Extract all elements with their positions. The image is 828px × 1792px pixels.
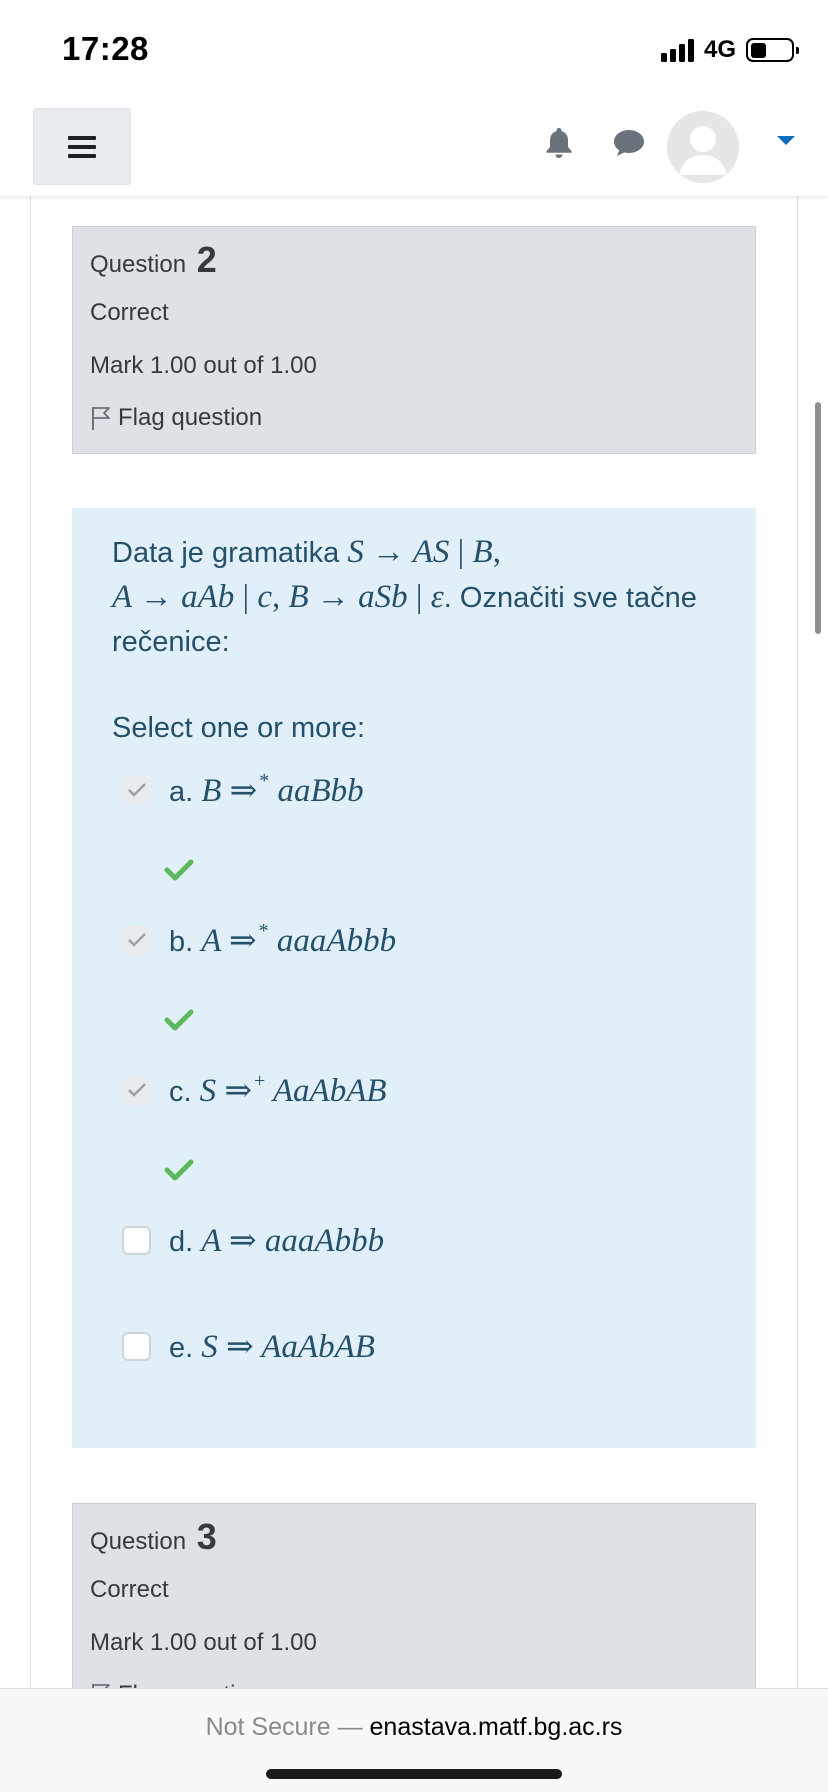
- answer-checkbox-a[interactable]: [122, 775, 151, 805]
- answer-formula-b: A ⇒ * aaaAbbb: [201, 920, 397, 959]
- question-text-intro: Data je gramatika: [112, 537, 340, 569]
- answer-prompt: Select one or more:: [112, 712, 366, 744]
- answer-letter-c: c.: [169, 1076, 192, 1108]
- question-label-text: Question: [90, 251, 187, 278]
- answer-label-c: c. S ⇒ + AaAbAB: [169, 1070, 387, 1110]
- question-number: 3: [196, 1516, 217, 1557]
- answer-letter-e: e.: [169, 1332, 194, 1364]
- question-state: Correct: [90, 1576, 169, 1603]
- status-time: 17:28: [62, 30, 149, 67]
- answer-checkbox-d[interactable]: [122, 1225, 151, 1255]
- answer-label-e: e. S ⇒ AaAbAB: [169, 1326, 375, 1366]
- answer-letter-b: b.: [169, 926, 194, 958]
- browser-address-bar[interactable]: Not Secure — enastava.matf.bg.ac.rs: [0, 1688, 828, 1792]
- flag-icon: [92, 407, 110, 430]
- checkmark-icon: [127, 1083, 146, 1097]
- chat-bubble-icon[interactable]: [612, 126, 646, 158]
- question-text: Data je gramatika S → AS | B, A → aAb | c…: [112, 530, 712, 664]
- answer-option-a[interactable]: a. B ⇒ * aaBbb: [122, 770, 364, 810]
- battery-icon: [746, 38, 799, 62]
- checkmark-icon: [127, 783, 146, 797]
- answer-label-d: d. A ⇒ aaaAbbb: [169, 1220, 384, 1260]
- answer-option-b[interactable]: b. A ⇒ * aaaAbbb: [122, 920, 396, 960]
- question-label-text: Question: [90, 1528, 187, 1555]
- answer-formula-c: S ⇒ + AaAbAB: [199, 1070, 387, 1109]
- answer-checkbox-b[interactable]: [122, 925, 151, 955]
- status-bar: 17:28 4G: [0, 0, 828, 100]
- flag-question-link[interactable]: Flag question: [90, 404, 262, 432]
- answer-letter-a: a.: [169, 776, 194, 808]
- status-indicators: 4G: [660, 36, 799, 64]
- home-indicator[interactable]: [266, 1769, 562, 1779]
- answer-letter-d: d.: [169, 1226, 194, 1258]
- question-mark: Mark 1.00 out of 1.00: [90, 1629, 317, 1656]
- question-number: 2: [196, 239, 217, 280]
- user-silhouette-icon: [667, 111, 739, 183]
- scrollbar[interactable]: [815, 402, 821, 634]
- answer-label-a: a. B ⇒ * aaBbb: [169, 770, 364, 810]
- network-label: 4G: [703, 36, 736, 63]
- answer-checkbox-c[interactable]: [122, 1075, 151, 1105]
- answer-formula-d: A ⇒ aaaAbbb: [201, 1223, 385, 1259]
- correct-tick-icon: [164, 1159, 194, 1181]
- url-display[interactable]: Not Secure — enastava.matf.bg.ac.rs: [0, 1713, 828, 1742]
- signal-icon: [660, 38, 694, 62]
- answer-option-e[interactable]: e. S ⇒ AaAbAB: [122, 1326, 375, 1366]
- security-status: Not Secure —: [205, 1713, 363, 1741]
- answer-formula-e: S ⇒ AaAbAB: [201, 1329, 375, 1365]
- question-content-2: Data je gramatika S → AS | B, A → aAb | c…: [72, 508, 756, 1448]
- bell-icon[interactable]: [544, 126, 574, 160]
- question-label: Question 3: [90, 1516, 217, 1558]
- question-mark: Mark 1.00 out of 1.00: [90, 352, 317, 379]
- flag-question-label: Flag question: [118, 404, 263, 431]
- question-label: Question 2: [90, 239, 217, 281]
- correct-tick-icon: [164, 859, 194, 881]
- answer-option-c[interactable]: c. S ⇒ + AaAbAB: [122, 1070, 387, 1110]
- answer-formula-a: B ⇒ * aaBbb: [201, 770, 364, 809]
- avatar[interactable]: [667, 111, 739, 183]
- answer-checkbox-e[interactable]: [122, 1331, 151, 1361]
- menu-button[interactable]: [33, 108, 131, 185]
- top-navbar: [0, 100, 828, 196]
- answer-option-d[interactable]: d. A ⇒ aaaAbbb: [122, 1220, 384, 1260]
- question-info-2: Question 2 Correct Mark 1.00 out of 1.00…: [72, 226, 756, 454]
- question-info-3: Question 3 Correct Mark 1.00 out of 1.00…: [72, 1503, 756, 1708]
- correct-tick-icon: [164, 1009, 194, 1031]
- url-domain: enastava.matf.bg.ac.rs: [369, 1713, 623, 1741]
- answer-label-b: b. A ⇒ * aaaAbbb: [169, 920, 396, 960]
- question-state: Correct: [90, 299, 169, 326]
- hamburger-icon: [68, 135, 96, 158]
- caret-down-icon[interactable]: [777, 136, 795, 145]
- checkmark-icon: [127, 933, 146, 947]
